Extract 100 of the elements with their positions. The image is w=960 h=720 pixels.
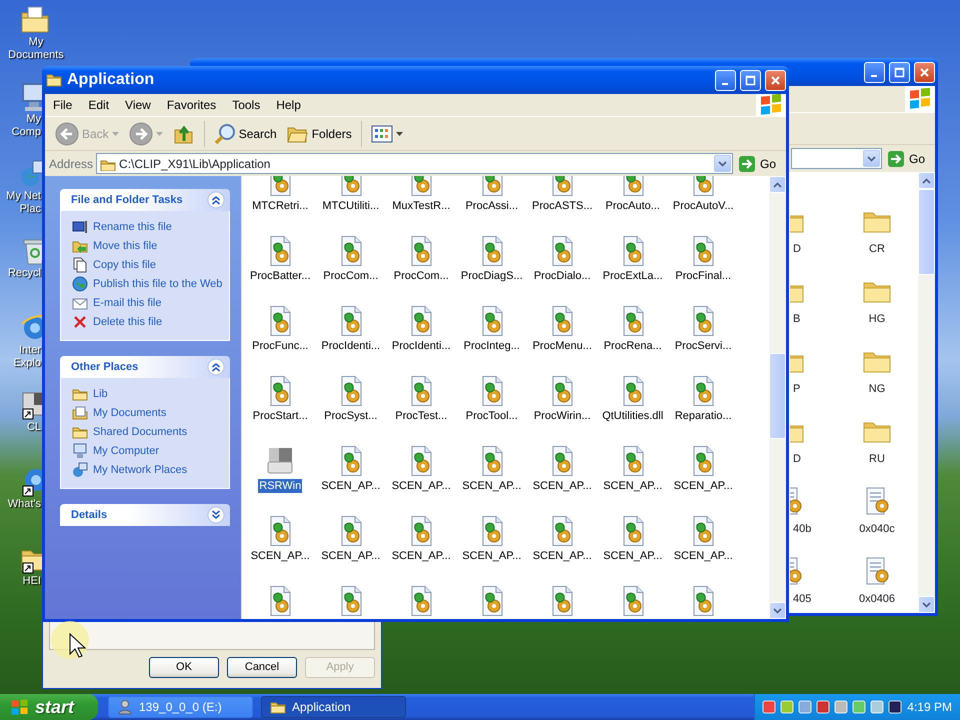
task-link[interactable]: Lib — [93, 386, 108, 402]
file-label[interactable]: B — [793, 312, 800, 326]
scroll-up-button[interactable] — [769, 176, 786, 193]
panel-header[interactable]: Other Places — [60, 356, 230, 378]
file-label[interactable]: ProcAuto... — [604, 199, 661, 213]
scroll-down-button[interactable] — [769, 602, 786, 619]
file-label[interactable]: ProcFinal... — [674, 269, 732, 283]
minimize-button[interactable] — [864, 62, 885, 82]
file-label[interactable]: SCEN_AP... — [602, 479, 664, 493]
scroll-down-button[interactable] — [918, 596, 935, 613]
file-label[interactable]: SCEN_AP... — [250, 549, 311, 563]
file-label[interactable]: P — [793, 382, 800, 396]
file-label[interactable]: 405 — [793, 592, 812, 606]
folders-button[interactable]: Folders — [282, 122, 356, 146]
file-label[interactable]: SCEN_AP... — [320, 479, 382, 493]
file-label[interactable]: ProcMenu... — [532, 339, 593, 353]
task-link[interactable]: E-mail this file — [93, 295, 162, 311]
panel-header[interactable]: File and Folder Tasks — [60, 189, 230, 211]
file-label[interactable]: 40b — [793, 522, 812, 536]
task-link[interactable]: Copy this file — [93, 257, 156, 273]
file-label[interactable]: D — [793, 452, 801, 466]
file-label[interactable]: SCEN_AP... — [390, 549, 452, 563]
collapse-chevron-icon[interactable] — [207, 358, 225, 376]
file-label[interactable]: MTCRetri... — [251, 199, 310, 213]
collapse-chevron-icon[interactable] — [207, 191, 225, 209]
close-button[interactable] — [765, 70, 786, 90]
file-label[interactable]: SCEN_AP... — [461, 479, 522, 493]
address-field[interactable] — [791, 148, 882, 169]
file-label[interactable]: ProcFunc... — [251, 339, 310, 353]
file-label[interactable]: RU — [869, 452, 885, 466]
file-label[interactable]: HG — [868, 312, 886, 326]
file-label[interactable]: SCEN_AP... — [461, 549, 522, 563]
scrollbar[interactable] — [918, 172, 935, 613]
taskbar-button[interactable]: Application — [261, 696, 406, 718]
file-label[interactable]: QtUtilities.dll — [601, 409, 664, 423]
file-label[interactable]: SCEN_AP... — [390, 479, 452, 493]
file-label[interactable]: SCEN_AP... — [532, 549, 593, 563]
file-label[interactable]: ProcInteg... — [462, 339, 521, 353]
panel-header[interactable]: Details — [60, 504, 230, 526]
start-button[interactable]: start — [0, 694, 98, 720]
file-label[interactable]: SCEN_AP... — [320, 549, 382, 563]
go-button[interactable]: Go — [736, 154, 782, 172]
scroll-thumb[interactable] — [918, 189, 935, 275]
expand-chevron-icon[interactable] — [207, 506, 225, 524]
file-label[interactable]: D — [793, 242, 801, 256]
file-label[interactable]: ProcBatter... — [248, 269, 312, 283]
task-link[interactable]: My Network Places — [93, 462, 188, 478]
file-label[interactable]: NG — [868, 382, 886, 396]
close-icon[interactable] — [919, 66, 930, 78]
task-link[interactable]: My Computer — [93, 443, 160, 459]
file-label[interactable]: RSRWin — [258, 479, 302, 493]
file-label[interactable]: ProcExtLa... — [602, 269, 664, 283]
desktop-icon-label[interactable]: My Comp — [0, 113, 41, 139]
file-label[interactable]: ProcIdenti... — [390, 339, 452, 353]
file-label[interactable]: ProcSyst... — [323, 409, 378, 423]
tray-icon[interactable] — [887, 699, 903, 715]
computer-icon[interactable] — [19, 81, 42, 113]
maximize-icon[interactable] — [894, 66, 905, 78]
file-label[interactable]: MuxTestR... — [391, 199, 452, 213]
desktop-icon-label[interactable]: HEI — [0, 575, 41, 588]
menu-item[interactable]: View — [117, 96, 159, 114]
dropdown-button[interactable] — [862, 150, 880, 167]
menu-item[interactable]: Favorites — [158, 96, 224, 114]
minimize-button[interactable] — [715, 70, 736, 90]
file-label[interactable]: 0x040c — [859, 522, 895, 536]
task-link[interactable]: Rename this file — [93, 219, 172, 235]
close-button[interactable] — [914, 62, 935, 82]
close-icon[interactable] — [770, 74, 781, 86]
file-label[interactable]: ProcTool... — [464, 409, 519, 423]
file-label[interactable]: ProcTest... — [394, 409, 448, 423]
scrollbar[interactable] — [769, 176, 786, 619]
task-link[interactable]: Move this file — [93, 238, 158, 254]
maximize-button[interactable] — [740, 70, 761, 90]
desktop-icon-label[interactable]: What's — [0, 498, 41, 511]
file-label[interactable]: ProcRena... — [602, 339, 663, 353]
file-label[interactable]: Reparatio... — [674, 409, 733, 423]
file-label[interactable]: ProcDialo... — [532, 269, 592, 283]
task-link[interactable]: Shared Documents — [93, 424, 188, 440]
menu-item[interactable]: File — [45, 96, 80, 114]
file-label[interactable]: SCEN_AP... — [672, 549, 734, 563]
file-label[interactable]: ProcAssi... — [464, 199, 520, 213]
scroll-thumb[interactable] — [769, 353, 786, 439]
file-label[interactable]: SCEN_AP... — [672, 479, 734, 493]
caret-icon[interactable] — [718, 160, 727, 166]
file-label[interactable]: ProcCom... — [392, 269, 450, 283]
menu-item[interactable]: Help — [268, 96, 309, 114]
file-label[interactable]: ProcIdenti... — [320, 339, 382, 353]
dialog-button[interactable]: Cancel — [227, 657, 297, 678]
task-link[interactable]: Delete this file — [93, 314, 162, 330]
dialog-button[interactable]: OK — [149, 657, 219, 678]
search-button[interactable]: Search — [210, 120, 281, 146]
menu-item[interactable]: Edit — [80, 96, 118, 114]
caret-icon[interactable] — [866, 156, 876, 162]
file-label[interactable]: SCEN_AP... — [602, 549, 664, 563]
file-label[interactable]: ProcCom... — [322, 269, 380, 283]
maximize-icon[interactable] — [745, 74, 756, 86]
file-label[interactable]: SCEN_AP... — [532, 479, 593, 493]
file-label[interactable]: ProcServi... — [674, 339, 733, 353]
file-label[interactable]: ProcASTS... — [530, 199, 594, 213]
go-button[interactable]: Go — [884, 150, 931, 168]
